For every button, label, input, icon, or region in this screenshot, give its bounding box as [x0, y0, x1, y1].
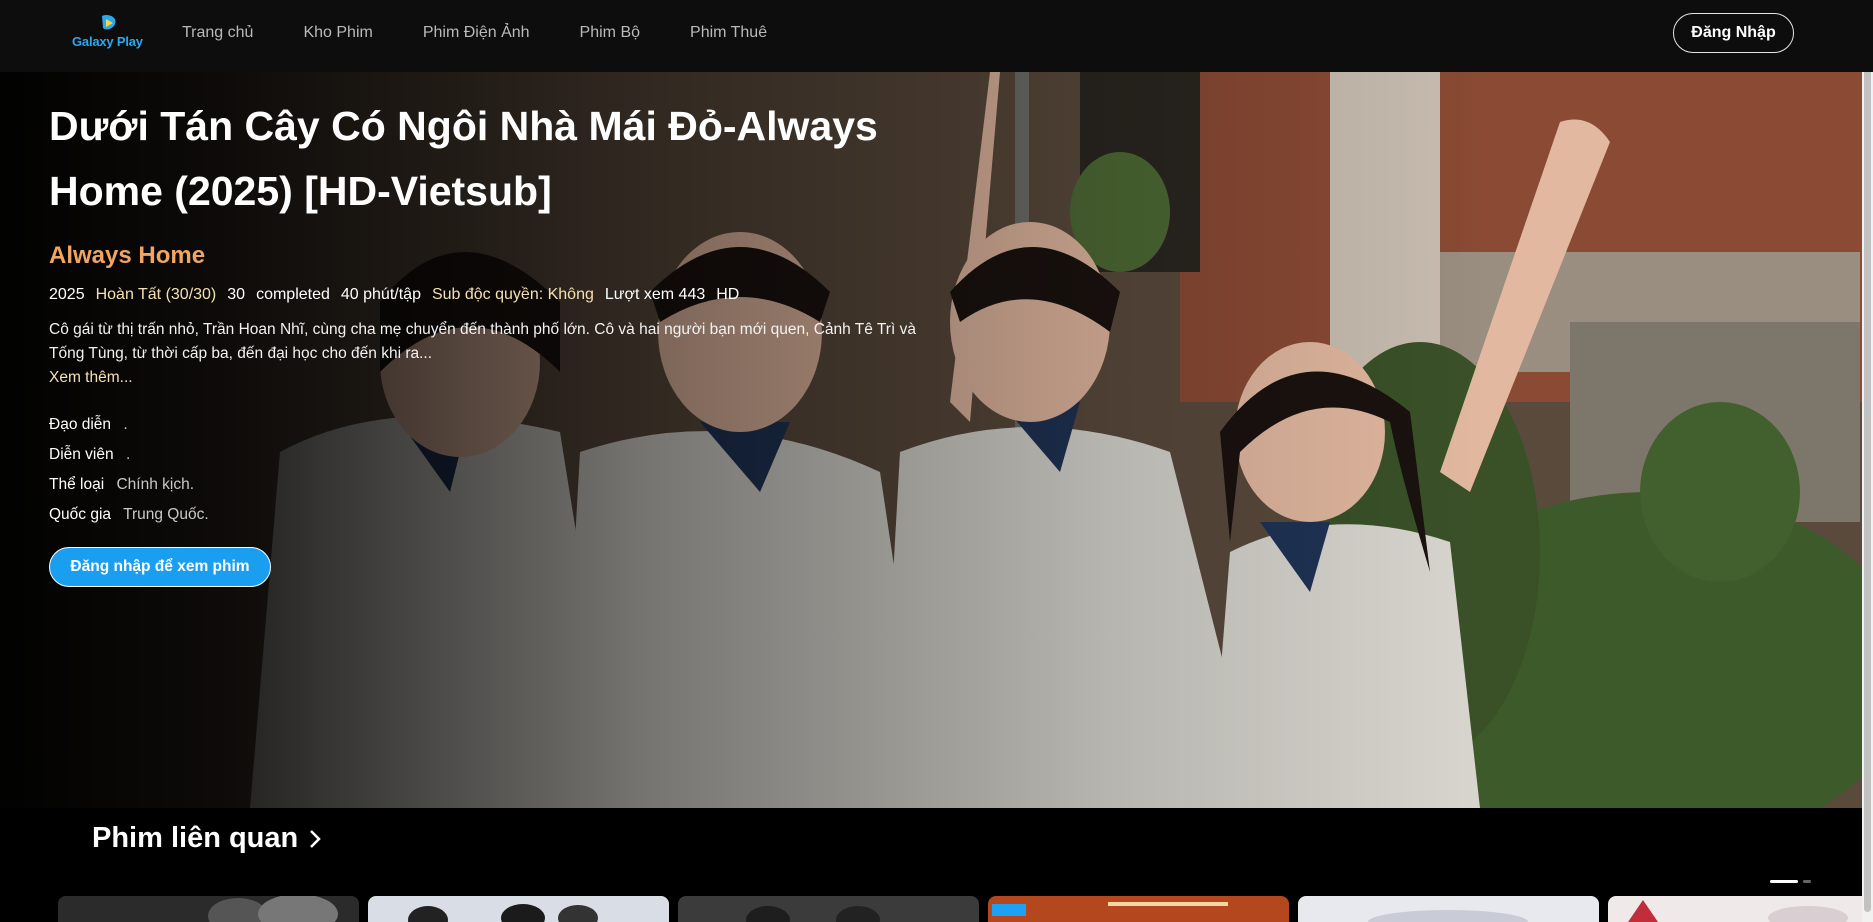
related-movie-card[interactable]: [988, 896, 1289, 922]
meta-state: completed: [256, 286, 330, 303]
galaxy-play-logo[interactable]: Galaxy Play: [72, 14, 144, 54]
related-movie-poster: [1608, 896, 1862, 922]
page: Galaxy Play Trang chủ Kho Phim Phim Điện…: [0, 0, 1873, 922]
movie-info-list: Đạo diễn . Diễn viên . Thể loại Chính kị…: [49, 410, 949, 530]
carousel-pagination: [1765, 880, 1811, 883]
logo-text: Galaxy Play: [72, 34, 143, 49]
top-navbar: Galaxy Play Trang chủ Kho Phim Phim Điện…: [0, 0, 1873, 72]
related-movie-poster: [1298, 896, 1599, 922]
info-row-cast: Diễn viên .: [49, 440, 949, 470]
meta-status: Hoàn Tất (30/30): [95, 286, 217, 303]
related-section-header[interactable]: Phim liên quan: [92, 822, 322, 855]
nav-item-library[interactable]: Kho Phim: [303, 24, 372, 42]
scrollbar-thumb[interactable]: [1864, 2, 1871, 912]
meta-duration: 40 phút/tập: [340, 286, 421, 303]
director-label: Đạo diễn: [49, 416, 112, 433]
chevron-right-icon: [310, 829, 322, 848]
country-value[interactable]: Trung Quốc.: [123, 506, 209, 523]
carousel-dot[interactable]: [1803, 880, 1811, 883]
cast-value: .: [125, 446, 131, 463]
related-section-title: Phim liên quan: [92, 822, 299, 854]
related-movie-poster: [678, 896, 979, 922]
related-movie-card[interactable]: [678, 896, 979, 922]
meta-episodes: 30: [227, 286, 246, 303]
cast-label: Diễn viên: [49, 446, 114, 463]
related-movie-poster: [58, 896, 359, 922]
related-movie-poster: [368, 896, 669, 922]
meta-views: Lượt xem 443: [604, 286, 706, 303]
related-movie-card[interactable]: [368, 896, 669, 922]
nav-item-rentals[interactable]: Phim Thuê: [690, 24, 767, 42]
movie-original-title: Always Home: [49, 242, 206, 269]
nav-item-series[interactable]: Phim Bộ: [580, 24, 640, 42]
carousel-dot-active[interactable]: [1770, 880, 1798, 883]
nav-item-home[interactable]: Trang chủ: [182, 24, 253, 42]
movie-meta: 2025 Hoàn Tất (30/30) 30 completed 40 ph…: [49, 286, 949, 304]
see-more-link[interactable]: Xem thêm...: [49, 366, 949, 390]
genre-label: Thể loại: [49, 476, 105, 493]
galaxy-play-logo-icon: [102, 14, 116, 30]
nav-item-movies[interactable]: Phim Điện Ảnh: [423, 24, 530, 42]
meta-quality: HD: [716, 286, 740, 303]
movie-details: Dưới Tán Cây Có Ngôi Nhà Mái Đỏ-Always H…: [49, 94, 949, 587]
related-movie-card[interactable]: [1298, 896, 1599, 922]
page-scrollbar[interactable]: [1862, 0, 1873, 922]
info-row-genre: Thể loại Chính kịch.: [49, 470, 949, 500]
genre-value[interactable]: Chính kịch.: [116, 476, 194, 493]
meta-year: 2025: [49, 286, 85, 303]
director-value: .: [123, 416, 128, 433]
info-row-country: Quốc gia Trung Quốc.: [49, 500, 949, 530]
meta-sub: Sub độc quyền: Không: [431, 286, 594, 303]
related-movie-card[interactable]: [1608, 896, 1873, 922]
movie-title: Dưới Tán Cây Có Ngôi Nhà Mái Đỏ-Always H…: [49, 103, 878, 214]
main-nav: Trang chủ Kho Phim Phim Điện Ảnh Phim Bộ…: [182, 0, 817, 66]
related-movie-card[interactable]: [58, 896, 359, 922]
country-label: Quốc gia: [49, 506, 112, 523]
movie-description: Cô gái từ thị trấn nhỏ, Trần Hoan Nhĩ, c…: [49, 321, 916, 362]
login-to-watch-button[interactable]: Đăng nhập để xem phim: [49, 547, 271, 587]
info-row-director: Đạo diễn .: [49, 410, 949, 440]
related-carousel: [58, 896, 1862, 922]
login-button[interactable]: Đăng Nhập: [1673, 13, 1794, 53]
hero-banner: Dưới Tán Cây Có Ngôi Nhà Mái Đỏ-Always H…: [0, 72, 1862, 808]
related-movie-poster: [988, 896, 1289, 922]
